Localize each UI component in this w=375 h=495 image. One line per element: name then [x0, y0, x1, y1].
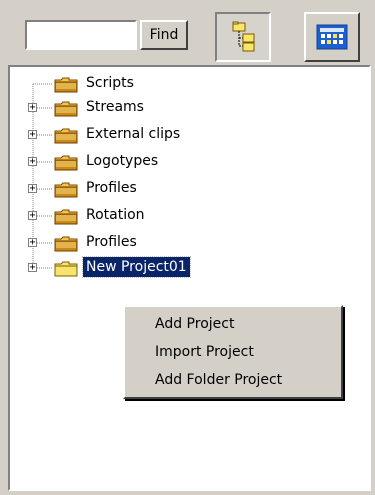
menu-item-import-project[interactable]: Import Project — [125, 338, 341, 366]
grid-view-button[interactable] — [304, 12, 360, 62]
search-input[interactable] — [25, 20, 137, 50]
folder-icon — [54, 77, 78, 93]
expand-icon[interactable]: + — [28, 211, 37, 221]
tree-item-label[interactable]: Profiles — [83, 232, 140, 252]
expand-icon[interactable]: + — [28, 184, 37, 194]
tree-item-new-project01[interactable]: + New Project01 — [10, 256, 340, 280]
tree-item-label[interactable]: Profiles — [83, 178, 140, 198]
tree-item-profiles-2[interactable]: + Profiles — [10, 231, 340, 255]
expand-icon[interactable]: + — [28, 263, 37, 273]
tree-item-streams[interactable]: + Streams — [10, 96, 340, 120]
project-tree[interactable]: Scripts + Streams + External clips + Log… — [8, 65, 371, 491]
folder-icon — [54, 101, 78, 117]
folder-icon — [54, 155, 78, 171]
open-folder-icon — [54, 261, 78, 277]
expand-icon[interactable]: + — [28, 238, 37, 248]
tree-item-rotation[interactable]: + Rotation — [10, 204, 340, 228]
tree-item-profiles[interactable]: + Profiles — [10, 177, 340, 201]
tree-item-label[interactable]: Logotypes — [83, 151, 161, 171]
menu-item-add-folder-project[interactable]: Add Folder Project — [125, 366, 341, 394]
tree-item-external-clips[interactable]: + External clips — [10, 123, 340, 147]
selected-tree-item-label[interactable]: New Project01 — [82, 256, 191, 278]
context-menu: Add Project Import Project Add Folder Pr… — [123, 305, 343, 399]
expand-icon[interactable]: + — [28, 103, 37, 113]
tree-item-label[interactable]: Scripts — [83, 73, 137, 93]
tree-item-scripts[interactable]: Scripts — [10, 72, 340, 96]
find-button[interactable]: Find — [140, 20, 188, 50]
tree-item-label[interactable]: External clips — [83, 124, 183, 144]
folder-icon — [54, 209, 78, 225]
grid-view-icon — [316, 24, 348, 50]
tree-item-label[interactable]: Streams — [83, 97, 147, 117]
folder-icon — [54, 236, 78, 252]
expand-icon[interactable]: + — [28, 130, 37, 140]
tree-item-label[interactable]: Rotation — [83, 205, 148, 225]
folder-icon — [54, 128, 78, 144]
menu-item-add-project[interactable]: Add Project — [125, 310, 341, 338]
project-tree-window: Find Scripts + Streams + External clips … — [0, 0, 375, 495]
tree-view-icon — [232, 21, 255, 52]
tree-view-button[interactable] — [215, 12, 271, 62]
tree-item-logotypes[interactable]: + Logotypes — [10, 150, 340, 174]
folder-icon — [54, 182, 78, 198]
expand-icon[interactable]: + — [28, 157, 37, 167]
